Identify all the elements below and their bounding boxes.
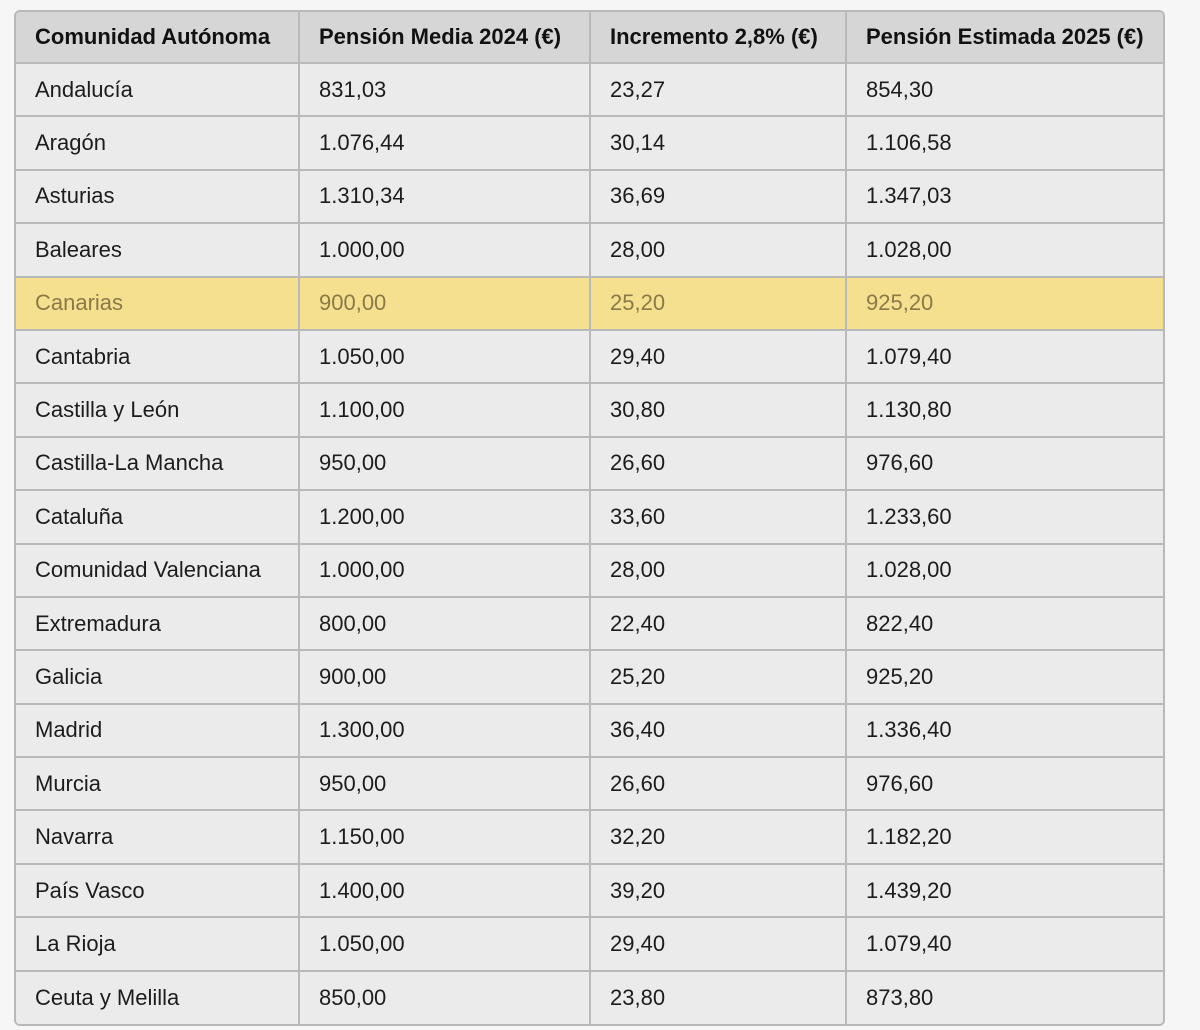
cell-incremento: 29,40 (590, 917, 847, 972)
table-row: Comunidad Valenciana 1.000,00 28,00 1.028,0… (16, 543, 1163, 598)
cell-incremento: 29,40 (590, 329, 847, 385)
cell-comunidad: Extremadura (16, 596, 300, 652)
cell-pension-estimada-2025: 925,20 (846, 650, 1163, 705)
header-row: Comunidad Autónoma Pensión Media 2024 (€… (16, 12, 1163, 64)
cell-comunidad: Andalucía (16, 63, 300, 118)
cell-comunidad: La Rioja (16, 917, 300, 972)
cell-incremento: 30,14 (590, 116, 847, 171)
cell-pension-media-2024: 800,00 (299, 596, 591, 652)
table-row: Navarra 1.150,00 32,20 1.182,20 (16, 810, 1163, 865)
cell-pension-estimada-2025: 976,60 (846, 757, 1163, 812)
table-row: Castilla-La Mancha 950,00 26,60 976,60 (16, 436, 1163, 492)
cell-pension-media-2024: 900,00 (299, 276, 591, 331)
cell-comunidad: Murcia (16, 757, 300, 812)
cell-pension-media-2024: 1.150,00 (299, 810, 591, 865)
header-comunidad: Comunidad Autónoma (16, 12, 300, 64)
cell-incremento: 23,27 (590, 63, 847, 118)
cell-comunidad: Canarias (16, 276, 300, 331)
table-row: Extremadura 800,00 22,40 822,40 (16, 596, 1163, 652)
cell-comunidad: Comunidad Valenciana (16, 543, 300, 598)
cell-pension-estimada-2025: 1.028,00 (846, 543, 1163, 598)
cell-incremento: 33,60 (590, 490, 847, 545)
cell-pension-media-2024: 900,00 (299, 650, 591, 705)
cell-incremento: 25,20 (590, 276, 847, 331)
table-row: Galicia 900,00 25,20 925,20 (16, 650, 1163, 705)
cell-pension-estimada-2025: 822,40 (846, 596, 1163, 652)
cell-pension-media-2024: 1.050,00 (299, 917, 591, 972)
cell-pension-estimada-2025: 1.233,60 (846, 490, 1163, 545)
cell-pension-media-2024: 1.050,00 (299, 329, 591, 385)
table-row: País Vasco 1.400,00 39,20 1.439,20 (16, 863, 1163, 919)
cell-incremento: 39,20 (590, 863, 847, 919)
cell-pension-estimada-2025: 1.347,03 (846, 169, 1163, 225)
cell-incremento: 32,20 (590, 810, 847, 865)
table-row: Cantabria 1.050,00 29,40 1.079,40 (16, 329, 1163, 385)
cell-comunidad: Ceuta y Melilla (16, 970, 300, 1025)
cell-pension-estimada-2025: 1.106,58 (846, 116, 1163, 171)
cell-comunidad: Galicia (16, 650, 300, 705)
cell-pension-estimada-2025: 854,30 (846, 63, 1163, 118)
cell-incremento: 36,40 (590, 703, 847, 759)
cell-pension-media-2024: 1.100,00 (299, 383, 591, 438)
cell-incremento: 36,69 (590, 169, 847, 225)
cell-pension-media-2024: 1.310,34 (299, 169, 591, 225)
cell-comunidad: Cantabria (16, 329, 300, 385)
pension-table-container: Comunidad Autónoma Pensión Media 2024 (€… (14, 10, 1165, 1027)
cell-pension-estimada-2025: 1.336,40 (846, 703, 1163, 759)
table-row: Castilla y León 1.100,00 30,80 1.130,80 (16, 383, 1163, 438)
cell-pension-media-2024: 1.000,00 (299, 223, 591, 278)
cell-pension-estimada-2025: 1.079,40 (846, 917, 1163, 972)
cell-pension-media-2024: 1.400,00 (299, 863, 591, 919)
cell-incremento: 28,00 (590, 543, 847, 598)
cell-pension-estimada-2025: 1.439,20 (846, 863, 1163, 919)
table-row: Cataluña 1.200,00 33,60 1.233,60 (16, 490, 1163, 545)
cell-incremento: 30,80 (590, 383, 847, 438)
cell-pension-media-2024: 850,00 (299, 970, 591, 1025)
cell-pension-media-2024: 1.200,00 (299, 490, 591, 545)
table-row: Murcia 950,00 26,60 976,60 (16, 757, 1163, 812)
table-row: La Rioja 1.050,00 29,40 1.079,40 (16, 917, 1163, 972)
cell-pension-media-2024: 950,00 (299, 757, 591, 812)
cell-incremento: 28,00 (590, 223, 847, 278)
table-row: Baleares 1.000,00 28,00 1.028,00 (16, 223, 1163, 278)
cell-pension-media-2024: 950,00 (299, 436, 591, 492)
cell-pension-estimada-2025: 976,60 (846, 436, 1163, 492)
table-header: Comunidad Autónoma Pensión Media 2024 (€… (16, 12, 1163, 64)
table-row: Asturias 1.310,34 36,69 1.347,03 (16, 169, 1163, 225)
cell-comunidad: Castilla y León (16, 383, 300, 438)
table-body: Andalucía 831,03 23,27 854,30 Aragón 1.076,44… (16, 63, 1163, 1025)
cell-comunidad: Castilla-La Mancha (16, 436, 300, 492)
cell-comunidad: Cataluña (16, 490, 300, 545)
cell-comunidad: Aragón (16, 116, 300, 171)
header-incremento: Incremento 2,8% (€) (590, 12, 847, 64)
cell-incremento: 25,20 (590, 650, 847, 705)
cell-pension-estimada-2025: 1.182,20 (846, 810, 1163, 865)
table-row: Madrid 1.300,00 36,40 1.336,40 (16, 703, 1163, 759)
table-row: Ceuta y Melilla 850,00 23,80 873,80 (16, 970, 1163, 1025)
cell-comunidad: Asturias (16, 169, 300, 225)
cell-pension-media-2024: 1.300,00 (299, 703, 591, 759)
cell-pension-estimada-2025: 1.130,80 (846, 383, 1163, 438)
cell-pension-estimada-2025: 1.079,40 (846, 329, 1163, 385)
cell-comunidad: Madrid (16, 703, 300, 759)
cell-incremento: 23,80 (590, 970, 847, 1025)
cell-comunidad: País Vasco (16, 863, 300, 919)
cell-comunidad: Baleares (16, 223, 300, 278)
cell-pension-media-2024: 1.000,00 (299, 543, 591, 598)
cell-pension-estimada-2025: 1.028,00 (846, 223, 1163, 278)
cell-incremento: 26,60 (590, 436, 847, 492)
cell-incremento: 22,40 (590, 596, 847, 652)
table-row: Andalucía 831,03 23,27 854,30 (16, 63, 1163, 118)
cell-incremento: 26,60 (590, 757, 847, 812)
cell-pension-media-2024: 1.076,44 (299, 116, 591, 171)
table-row: Aragón 1.076,44 30,14 1.106,58 (16, 116, 1163, 171)
cell-pension-estimada-2025: 925,20 (846, 276, 1163, 331)
pension-table: Comunidad Autónoma Pensión Media 2024 (€… (16, 12, 1163, 1025)
table-row-highlighted: Canarias 900,00 25,20 925,20 (16, 276, 1163, 331)
cell-pension-estimada-2025: 873,80 (846, 970, 1163, 1025)
header-pension-estimada-2025: Pensión Estimada 2025 (€) (846, 12, 1163, 64)
header-pension-media-2024: Pensión Media 2024 (€) (299, 12, 591, 64)
cell-pension-media-2024: 831,03 (299, 63, 591, 118)
cell-comunidad: Navarra (16, 810, 300, 865)
